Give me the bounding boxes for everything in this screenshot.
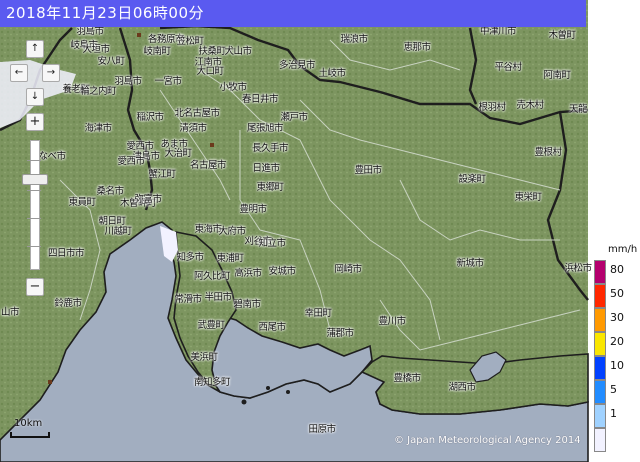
place-label: 清須市	[179, 123, 207, 134]
place-label: 尾張旭市	[246, 123, 284, 134]
place-label: 山市	[0, 307, 20, 318]
place-label: 多治見市	[278, 60, 316, 71]
place-label: 大治町	[164, 148, 192, 159]
zoom-tick	[27, 218, 41, 219]
place-label: 愛西市	[117, 156, 145, 167]
place-label: 平谷村	[494, 62, 522, 73]
place-label: 土岐市	[318, 68, 346, 79]
zoom-tick	[27, 246, 41, 247]
legend-value: 50	[610, 287, 624, 300]
place-label: 日進市	[252, 163, 280, 174]
place-label: 長久手市	[251, 143, 289, 154]
place-label: 阿南町	[543, 70, 571, 81]
legend-value: 80	[610, 263, 624, 276]
place-label: 豊根村	[534, 147, 562, 158]
place-label: 知立市	[258, 238, 286, 249]
zoom-tick	[27, 190, 41, 191]
pan-right-button[interactable]: →	[42, 64, 60, 82]
place-label: 根羽村	[478, 102, 506, 113]
place-label: 阿久比町	[193, 271, 231, 282]
place-label: 幸田町	[304, 308, 332, 319]
place-label: 豊明市	[239, 204, 267, 215]
legend-value: 20	[610, 335, 624, 348]
place-label: 北名古屋市	[174, 108, 220, 119]
place-label: 美浜町	[190, 352, 218, 363]
place-label: 一宮市	[154, 76, 182, 87]
place-label: 碧南市	[233, 299, 261, 310]
scale-label: 10km	[14, 418, 43, 429]
timestamp-title: 2018年11月23日06時00分	[0, 0, 586, 27]
legend-swatch	[594, 428, 606, 452]
place-label: 大口町	[196, 66, 224, 77]
place-label: 春日井市	[241, 94, 279, 105]
zoom-out-button[interactable]: −	[26, 278, 44, 296]
place-label: 浜松市	[564, 263, 592, 274]
place-label: 岡崎市	[334, 264, 362, 275]
place-label: 瀬戸市	[280, 112, 308, 123]
legend-swatch	[594, 308, 606, 332]
place-label: 東浦町	[216, 253, 244, 264]
place-label: 豊橋市	[393, 373, 421, 384]
legend-unit: mm/h	[608, 244, 638, 255]
place-label: 安城市	[268, 266, 296, 277]
place-label: 田原市	[308, 424, 336, 435]
pan-left-button[interactable]: ←	[10, 64, 28, 82]
legend-value: 10	[610, 359, 624, 372]
legend-swatch	[594, 404, 606, 428]
legend-swatch	[594, 260, 606, 284]
place-label: 東海市	[194, 224, 222, 235]
place-label: 羽島市	[114, 76, 142, 87]
legend-swatch	[594, 380, 606, 404]
place-label: 天龍	[568, 104, 588, 115]
place-label: 蒲郡市	[326, 328, 354, 339]
pan-up-button[interactable]: ↑	[26, 40, 44, 58]
pan-down-button[interactable]: ↓	[26, 88, 44, 106]
place-label: 岐南町	[143, 46, 171, 57]
place-label: 四日市市	[47, 248, 85, 259]
place-label: 安八町	[97, 56, 125, 67]
place-label: 瑞浪市	[340, 34, 368, 45]
place-label: 豊川市	[378, 316, 406, 327]
zoom-in-button[interactable]: +	[26, 113, 44, 131]
legend-value: 30	[610, 311, 624, 324]
place-label: 新城市	[456, 258, 484, 269]
place-label: 高浜市	[234, 268, 262, 279]
zoom-tick	[27, 160, 41, 161]
place-label: 稲沢市	[136, 112, 164, 123]
place-label: 南知多町	[193, 377, 231, 388]
place-label: 海津市	[84, 123, 112, 134]
place-label: 東栄町	[514, 192, 542, 203]
place-label: 大府市	[218, 226, 246, 237]
weather-map[interactable]: 羽島市 岐阜市 大垣市 各務原市 安八町 岐南町 笠松町 扶桑町 犬山市 多治見市 瑞浪市 恵那市 中津…	[0, 0, 640, 462]
copyright-credit: © Japan Meteorological Agency 2014	[394, 435, 581, 446]
place-label: 輪之内町	[79, 86, 117, 97]
place-label: 名古屋市	[189, 160, 227, 171]
place-label: 湖西市	[448, 382, 476, 393]
place-label: 常滑市	[174, 294, 202, 305]
place-label: 木曽町	[548, 30, 576, 41]
legend-value: 1	[610, 407, 617, 420]
legend-swatch	[594, 332, 606, 356]
place-label: 川越町	[104, 226, 132, 237]
place-label: 西尾市	[258, 322, 286, 333]
place-label: なべ市	[38, 151, 66, 162]
legend-swatch	[594, 356, 606, 380]
place-label: 鈴鹿市	[54, 298, 82, 309]
place-label: 知多市	[176, 252, 204, 263]
place-label: 東郷町	[256, 182, 284, 193]
place-label: 半田市	[204, 292, 232, 303]
place-label: 東員町	[68, 197, 96, 208]
place-label: 設楽町	[458, 174, 486, 185]
zoom-slider-handle[interactable]	[22, 174, 48, 185]
place-label: 恵那市	[403, 42, 431, 53]
place-label: 犬山市	[224, 46, 252, 57]
place-label: 武豊町	[197, 320, 225, 331]
legend-value: 5	[610, 383, 617, 396]
place-label: 蟹江町	[148, 169, 176, 180]
scale-bar	[10, 432, 50, 438]
place-label: 売木村	[516, 100, 544, 111]
legend-swatch	[594, 284, 606, 308]
place-label: 豊田市	[354, 165, 382, 176]
place-label: 弥富市	[134, 194, 162, 205]
